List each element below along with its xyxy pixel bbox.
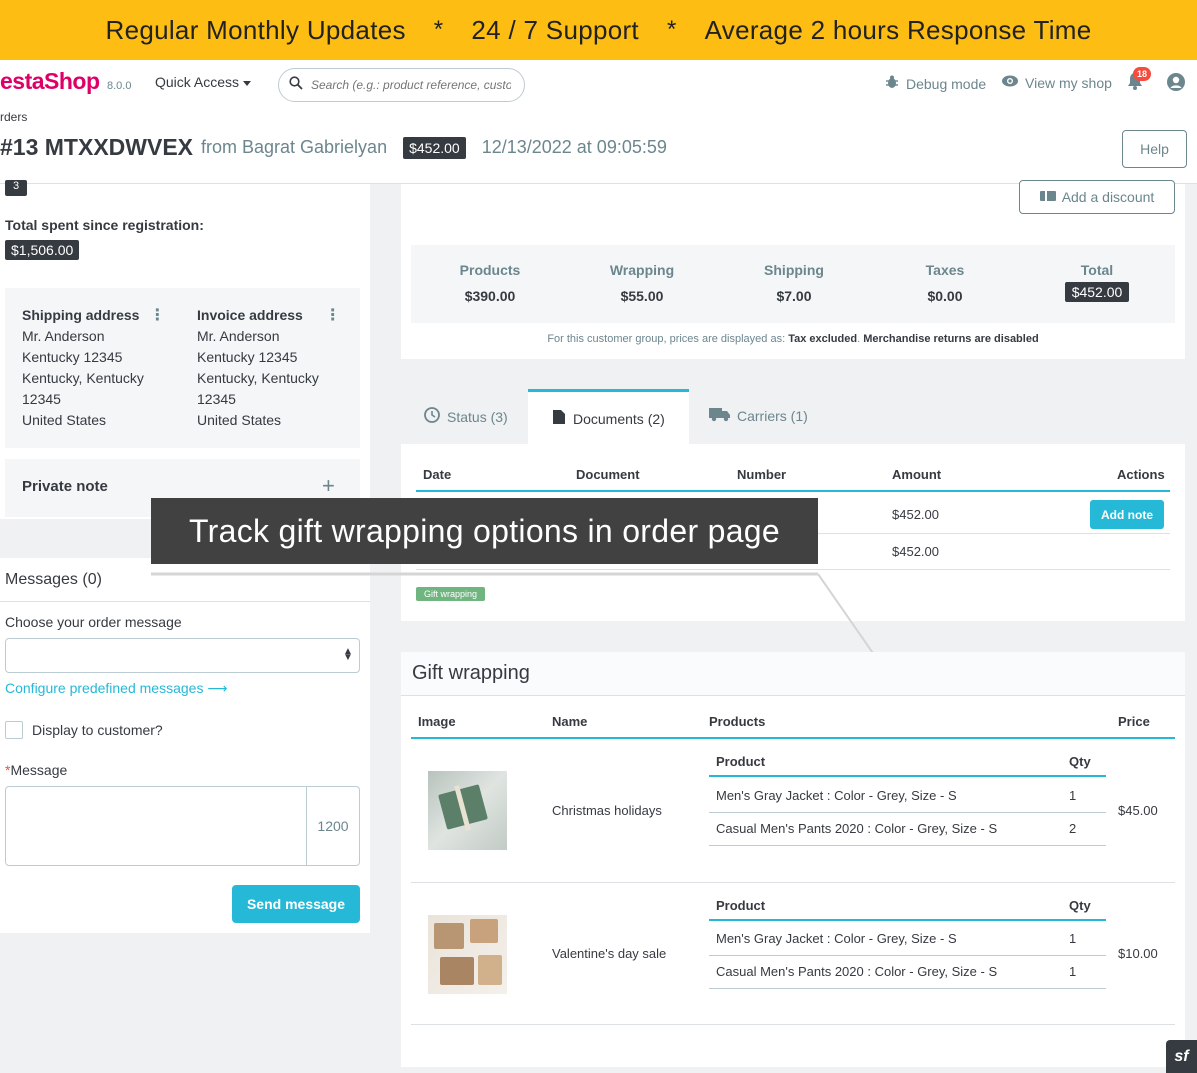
gift-price: $10.00 [1118,946,1158,961]
col-header: Image [418,714,456,729]
gift-name: Valentine's day sale [552,946,667,961]
product-qty: 1 [1069,931,1077,946]
row-divider [709,955,1106,956]
product-col-header: Product [716,898,766,913]
row-divider [411,1024,1175,1025]
col-header: Products [709,714,766,729]
gift-wrapping-card [401,652,1185,1067]
gift-image-christmas [428,771,507,850]
product-header-underline [709,919,1106,921]
gift-price: $45.00 [1118,803,1158,818]
product-qty: 1 [1069,964,1077,979]
product-qty: 2 [1069,821,1077,836]
qty-col-header: Qty [1069,754,1091,769]
row-divider [709,845,1106,846]
gift-wrapping-title: Gift wrapping [412,662,530,684]
col-header: Price [1118,714,1150,729]
product-name: Casual Men's Pants 2020 : Color - Grey, … [716,821,998,836]
product-header-underline [709,775,1106,777]
gift-name: Christmas holidays [552,803,662,818]
product-name: Casual Men's Pants 2020 : Color - Grey, … [716,964,998,979]
row-divider [709,988,1106,989]
symfony-debug-icon[interactable]: sf [1166,1040,1197,1073]
gift-image-valentine [428,915,507,994]
col-header: Name [552,714,588,729]
product-qty: 1 [1069,788,1077,803]
qty-col-header: Qty [1069,898,1091,913]
product-col-header: Product [716,754,766,769]
header-underline [411,737,1175,739]
row-divider [709,812,1106,813]
product-name: Men's Gray Jacket : Color - Grey, Size -… [716,931,957,946]
row-divider [411,882,1175,883]
product-name: Men's Gray Jacket : Color - Grey, Size -… [716,788,957,803]
